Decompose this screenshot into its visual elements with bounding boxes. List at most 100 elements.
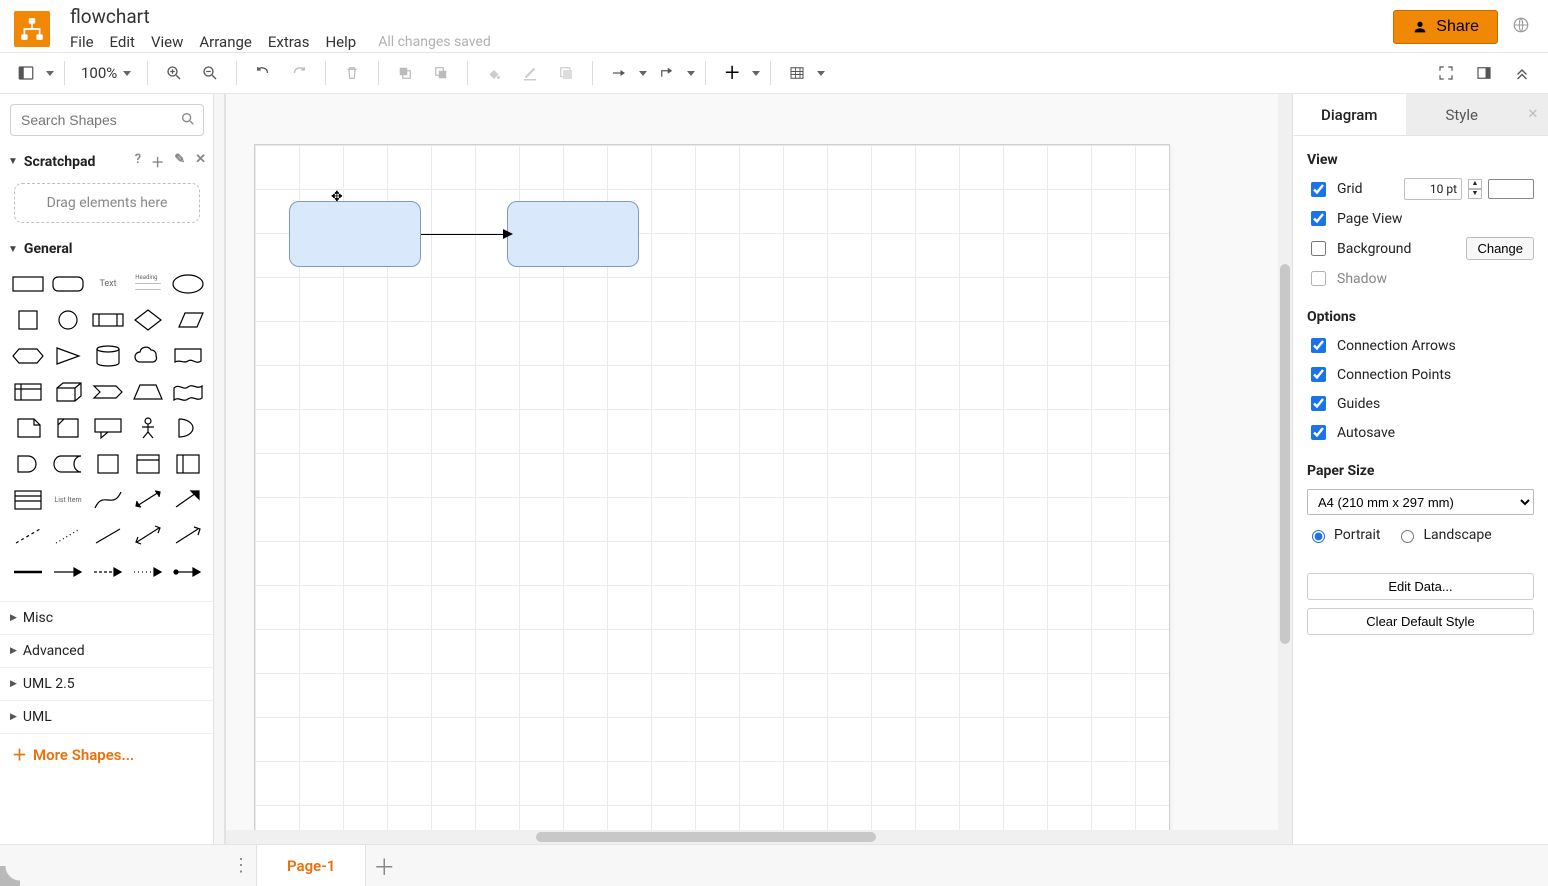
shape-card[interactable]: [50, 413, 86, 443]
line-color-button[interactable]: [514, 57, 546, 89]
paper-size-select[interactable]: A4 (210 mm x 297 mm): [1307, 489, 1534, 515]
scratchpad-dropzone[interactable]: Drag elements here: [14, 183, 200, 223]
background-change-button[interactable]: Change: [1466, 237, 1534, 260]
shape-link-dashed[interactable]: [90, 557, 126, 587]
shadow-button[interactable]: [550, 57, 582, 89]
shape-circle[interactable]: [50, 305, 86, 335]
autosave-checkbox[interactable]: [1311, 425, 1326, 440]
shape-bidirectional-arrow[interactable]: [130, 485, 166, 515]
shape-parallelogram[interactable]: [170, 305, 206, 335]
grid-size-stepper[interactable]: ▲▼: [1468, 179, 1482, 199]
language-icon[interactable]: [1512, 16, 1530, 38]
share-button[interactable]: Share: [1393, 10, 1498, 44]
diagram-page[interactable]: ✥: [254, 144, 1170, 844]
shape-link[interactable]: [10, 557, 46, 587]
diagram-edge-line[interactable]: [421, 234, 505, 235]
menu-help[interactable]: Help: [325, 33, 356, 51]
scratchpad-add-icon[interactable]: ＋: [151, 152, 164, 171]
shape-process[interactable]: [90, 305, 126, 335]
page-tabs-menu-button[interactable]: ⋮: [226, 845, 256, 886]
canvas-area[interactable]: ✥: [226, 94, 1292, 844]
grid-size-input[interactable]: 10 pt: [1404, 178, 1462, 200]
shape-document[interactable]: [170, 341, 206, 371]
clear-default-style-button[interactable]: Clear Default Style: [1307, 608, 1534, 635]
panel-close-icon[interactable]: ✕: [1518, 94, 1548, 135]
shadow-checkbox[interactable]: [1311, 271, 1326, 286]
portrait-radio[interactable]: [1312, 530, 1325, 543]
delete-button[interactable]: [336, 57, 368, 89]
sidebar-accordion-misc[interactable]: ▶Misc: [0, 601, 214, 634]
shape-step[interactable]: [90, 377, 126, 407]
shape-cloud[interactable]: [130, 341, 166, 371]
zoom-in-button[interactable]: [158, 57, 190, 89]
landscape-radio[interactable]: [1401, 530, 1414, 543]
shape-link-arrow[interactable]: [50, 557, 86, 587]
shape-square[interactable]: [10, 305, 46, 335]
page-tab-current[interactable]: Page-1: [256, 845, 366, 886]
shape-frame-h[interactable]: [130, 449, 166, 479]
background-checkbox[interactable]: [1311, 241, 1326, 256]
shape-list[interactable]: [10, 485, 46, 515]
scratchpad-close-icon[interactable]: ✕: [195, 152, 206, 171]
fullscreen-button[interactable]: [1430, 57, 1462, 89]
to-front-button[interactable]: [389, 57, 421, 89]
search-input[interactable]: [10, 104, 204, 136]
app-logo-icon[interactable]: [14, 11, 50, 47]
sidebar-accordion-advanced[interactable]: ▶Advanced: [0, 634, 214, 667]
connection-points-checkbox[interactable]: [1311, 367, 1326, 382]
shape-textbox[interactable]: Heading────────────: [130, 269, 166, 299]
shape-note[interactable]: [10, 413, 46, 443]
chevron-down-icon[interactable]: [817, 71, 825, 76]
to-back-button[interactable]: [425, 57, 457, 89]
fill-color-button[interactable]: [478, 57, 510, 89]
waypoint-style-button[interactable]: [651, 57, 683, 89]
shape-directional-connector[interactable]: [170, 521, 206, 551]
shape-list-item[interactable]: List Item: [50, 485, 86, 515]
format-panel-toggle-button[interactable]: [1468, 57, 1500, 89]
tab-style[interactable]: Style: [1406, 94, 1519, 135]
scratchpad-header[interactable]: ▼ Scratchpad ? ＋ ✎ ✕: [0, 146, 214, 177]
canvas-horizontal-scrollbar[interactable]: [226, 830, 1278, 844]
menu-extras[interactable]: Extras: [268, 33, 310, 51]
shape-cylinder[interactable]: [90, 341, 126, 371]
shape-curve[interactable]: [90, 485, 126, 515]
chevron-down-icon[interactable]: [687, 71, 695, 76]
shape-actor[interactable]: [130, 413, 166, 443]
shape-or[interactable]: [170, 413, 206, 443]
shape-cube[interactable]: [50, 377, 86, 407]
menu-arrange[interactable]: Arrange: [199, 33, 251, 51]
shape-link-circle-arrow[interactable]: [170, 557, 206, 587]
pageview-checkbox[interactable]: [1311, 211, 1326, 226]
canvas-vertical-scrollbar[interactable]: [1278, 94, 1292, 844]
grid-color-button[interactable]: [1488, 179, 1534, 199]
shape-dotted-line[interactable]: [50, 521, 86, 551]
shape-bi-connector[interactable]: [130, 521, 166, 551]
shape-tape[interactable]: [170, 377, 206, 407]
shape-rounded-rectangle[interactable]: [50, 269, 86, 299]
shape-trapezoid[interactable]: [130, 377, 166, 407]
insert-button[interactable]: +: [716, 57, 748, 89]
scrollbar-thumb[interactable]: [1280, 264, 1290, 644]
sidebar-accordion-uml25[interactable]: ▶UML 2.5: [0, 667, 214, 700]
zoom-select[interactable]: 100%: [75, 64, 137, 82]
zoom-out-button[interactable]: [194, 57, 226, 89]
connection-style-button[interactable]: [603, 57, 635, 89]
grid-checkbox[interactable]: [1311, 182, 1326, 197]
shape-internal-storage[interactable]: [10, 377, 46, 407]
scratchpad-edit-icon[interactable]: ✎: [174, 152, 185, 171]
undo-button[interactable]: [247, 57, 279, 89]
shape-diamond[interactable]: [130, 305, 166, 335]
shape-triangle[interactable]: [50, 341, 86, 371]
tab-diagram[interactable]: Diagram: [1293, 94, 1406, 135]
diagram-node-2[interactable]: [507, 201, 639, 267]
collapse-toolbar-button[interactable]: [1506, 57, 1538, 89]
shape-line[interactable]: [90, 521, 126, 551]
sidebar-toggle-caret-icon[interactable]: [46, 71, 54, 76]
shape-container[interactable]: [90, 449, 126, 479]
sidebar-accordion-uml[interactable]: ▶UML: [0, 700, 214, 733]
redo-button[interactable]: [283, 57, 315, 89]
menu-edit[interactable]: Edit: [110, 33, 135, 51]
scrollbar-thumb[interactable]: [536, 832, 876, 842]
sidebar-toggle-button[interactable]: [10, 57, 42, 89]
shape-callout[interactable]: [90, 413, 126, 443]
